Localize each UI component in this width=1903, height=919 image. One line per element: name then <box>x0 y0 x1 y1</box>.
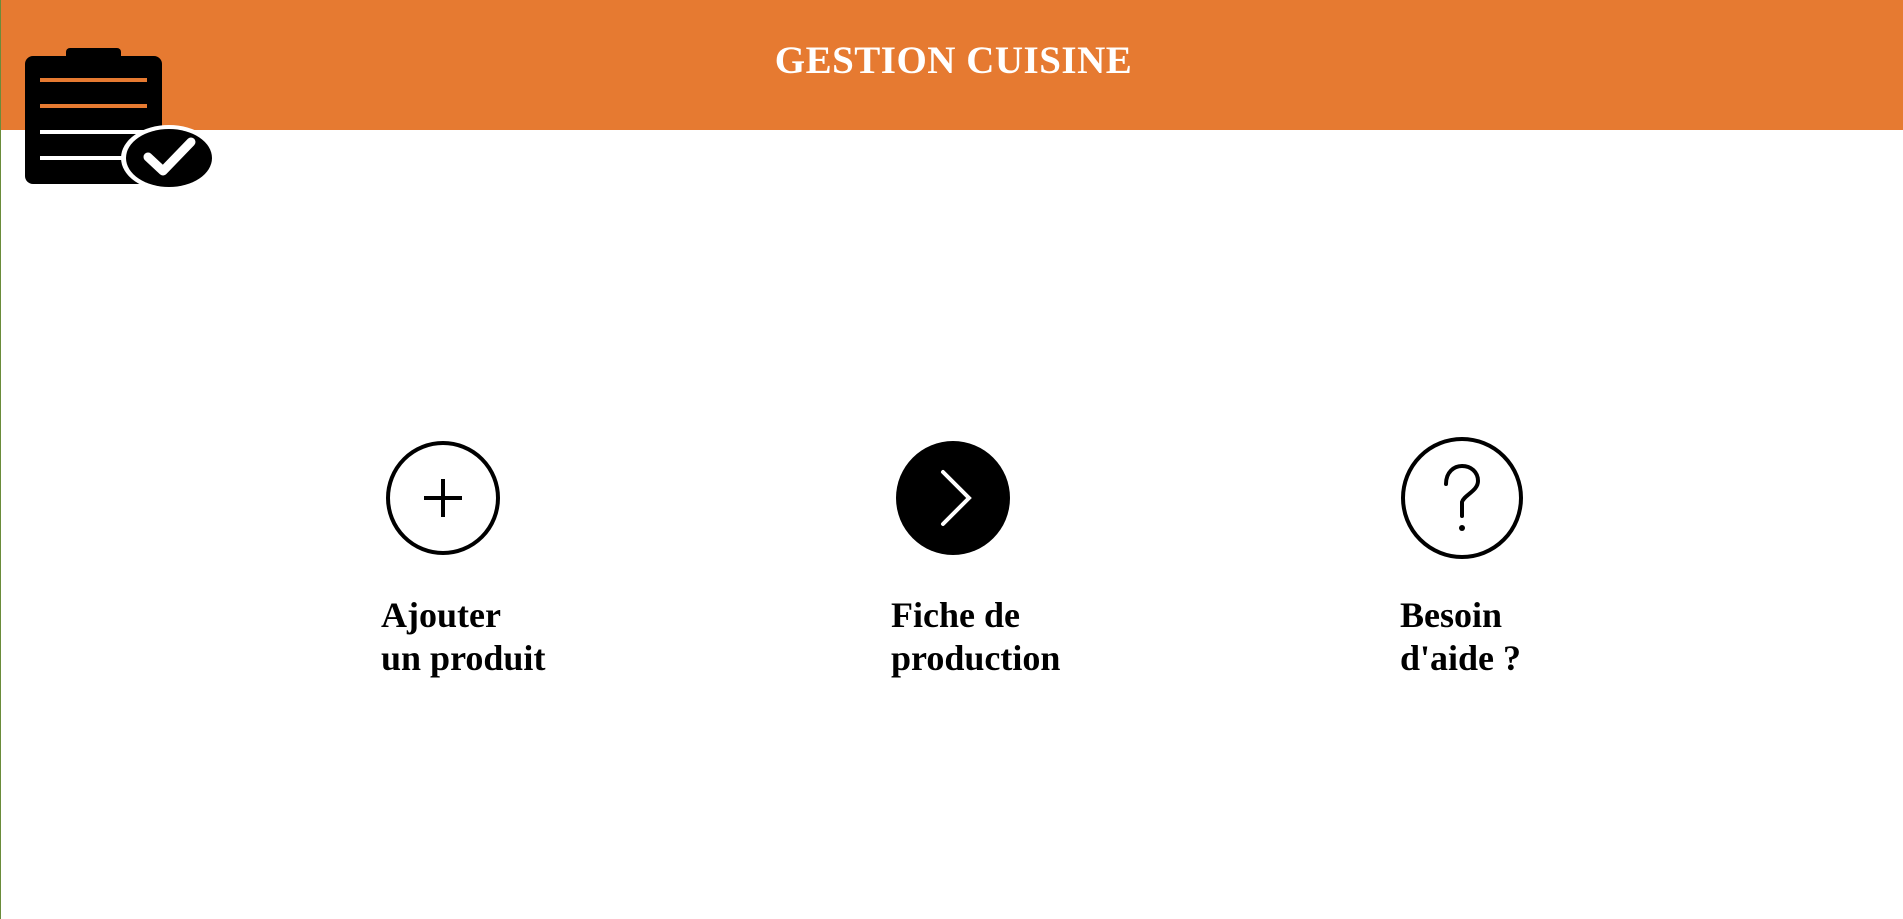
production-sheet-label-line2: production <box>891 638 1061 678</box>
help-button[interactable]: Besoin d'aide ? <box>1400 436 1660 680</box>
production-sheet-button[interactable]: Fiche de production <box>891 436 1151 680</box>
help-label[interactable]: Besoin d'aide ? <box>1400 594 1660 680</box>
chevron-right-circle-icon[interactable] <box>891 436 1015 560</box>
app-title: GESTION CUISINE <box>774 39 1133 82</box>
help-label-line2: d'aide ? <box>1400 638 1522 678</box>
add-product-label-line2: un produit <box>381 638 546 678</box>
question-circle-icon[interactable] <box>1400 436 1524 560</box>
add-product-label-line1: Ajouter <box>381 595 501 635</box>
production-sheet-label[interactable]: Fiche de production <box>891 594 1151 680</box>
header-bar: GESTION CUISINE <box>1 0 1903 130</box>
page: GESTION CUISINE Ajouter un produit Fiche… <box>0 0 1903 919</box>
add-product-button[interactable]: Ajouter un produit <box>381 436 641 680</box>
help-label-line1: Besoin <box>1400 595 1503 635</box>
plus-circle-icon[interactable] <box>381 436 505 560</box>
add-product-label[interactable]: Ajouter un produit <box>381 594 641 680</box>
production-sheet-label-line1: Fiche de <box>891 595 1020 635</box>
clipboard-check-icon[interactable] <box>25 48 217 192</box>
